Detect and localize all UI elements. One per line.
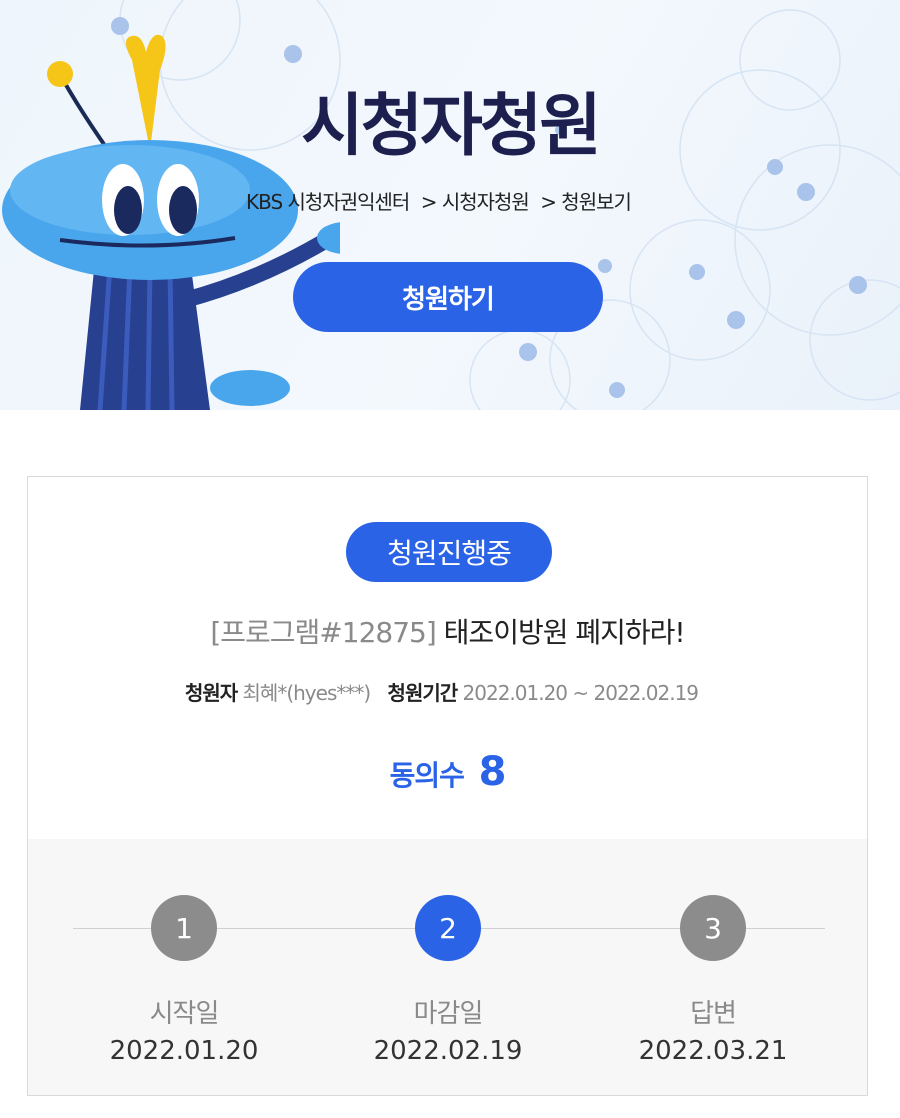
- progress-timeline: 1 시작일 2022.01.20 2 마감일 2022.02.19 3 답변 2…: [28, 839, 867, 1095]
- program-tag: [프로그램#12875]: [210, 616, 436, 649]
- petition-meta: 청원자 최혜*(hyes***) 청원기간 2022.01.20 ~ 2022.…: [28, 677, 867, 706]
- agree-label: 동의수: [389, 759, 465, 792]
- step-date: 2022.02.19: [373, 1036, 523, 1066]
- agree-number: 8: [478, 749, 507, 795]
- step-label: 답변: [690, 999, 737, 1029]
- period-label: 청원기간: [387, 681, 459, 705]
- petition-title: [프로그램#12875] 태조이방원 폐지하라!: [28, 611, 867, 651]
- timeline-step-answer: 3 답변 2022.03.21: [613, 895, 813, 1066]
- breadcrumb-item-home[interactable]: KBS 시청자권익센터: [246, 190, 410, 214]
- page-title: 시청자청원: [301, 87, 602, 166]
- hero-banner: 시청자청원 KBS 시청자권익센터 > 시청자청원 > 청원보기 청원하기: [0, 0, 900, 410]
- petitioner-value: 최혜*(hyes***): [242, 681, 372, 705]
- step-label: 마감일: [413, 999, 484, 1029]
- timeline-step-deadline: 2 마감일 2022.02.19: [348, 895, 548, 1066]
- status-badge: 청원진행중: [346, 522, 552, 582]
- petition-title-text: 태조이방원 폐지하라!: [443, 616, 686, 649]
- breadcrumb: KBS 시청자권익센터 > 시청자청원 > 청원보기: [246, 186, 637, 215]
- breadcrumb-item-view[interactable]: > 청원보기: [540, 190, 632, 214]
- timeline-step-start: 1 시작일 2022.01.20: [84, 895, 284, 1066]
- step-number-circle: 3: [680, 895, 746, 961]
- step-label: 시작일: [149, 999, 220, 1029]
- step-number-circle: 1: [151, 895, 217, 961]
- submit-petition-button[interactable]: 청원하기: [293, 262, 603, 332]
- step-date: 2022.03.21: [638, 1036, 788, 1066]
- petition-card: 청원진행중 [프로그램#12875] 태조이방원 폐지하라! 청원자 최혜*(h…: [27, 476, 868, 1096]
- period-value: 2022.01.20 ~ 2022.02.19: [462, 681, 699, 705]
- hero-title-container: 시청자청원: [280, 82, 620, 172]
- agree-count: 동의수 8: [28, 749, 867, 795]
- breadcrumb-item-petition[interactable]: > 시청자청원: [421, 190, 530, 214]
- step-date: 2022.01.20: [109, 1036, 259, 1066]
- petitioner-label: 청원자: [184, 681, 238, 705]
- step-number-circle: 2: [415, 895, 481, 961]
